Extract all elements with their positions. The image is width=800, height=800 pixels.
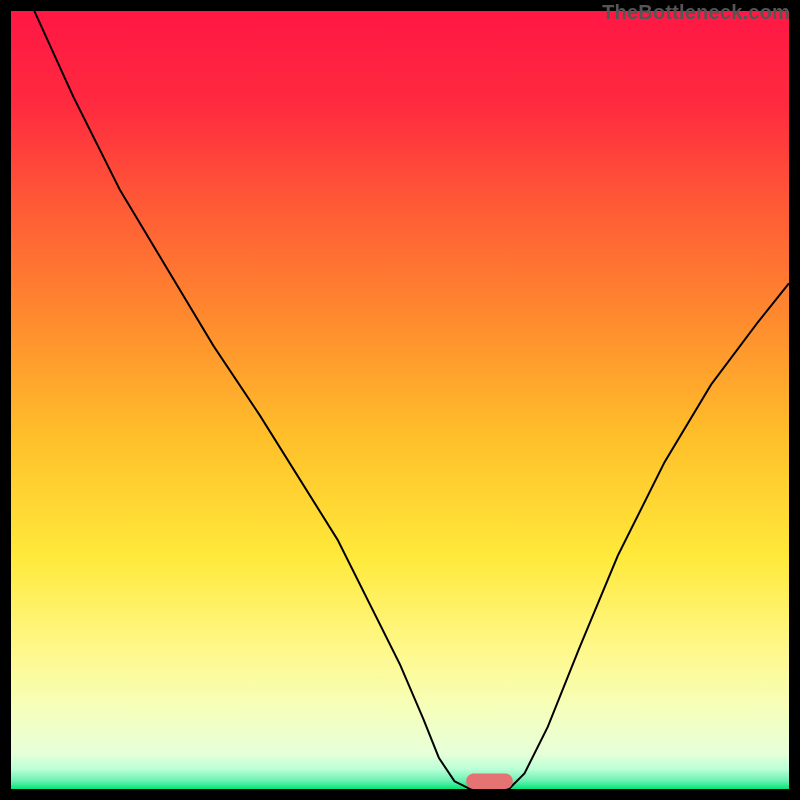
gradient-background [11,11,789,789]
chart-frame: TheBottleneck.com [0,0,800,800]
optimal-zone-marker [466,773,513,789]
watermark-text: TheBottleneck.com [602,2,790,25]
chart-svg [11,11,789,789]
plot-area [11,11,789,789]
